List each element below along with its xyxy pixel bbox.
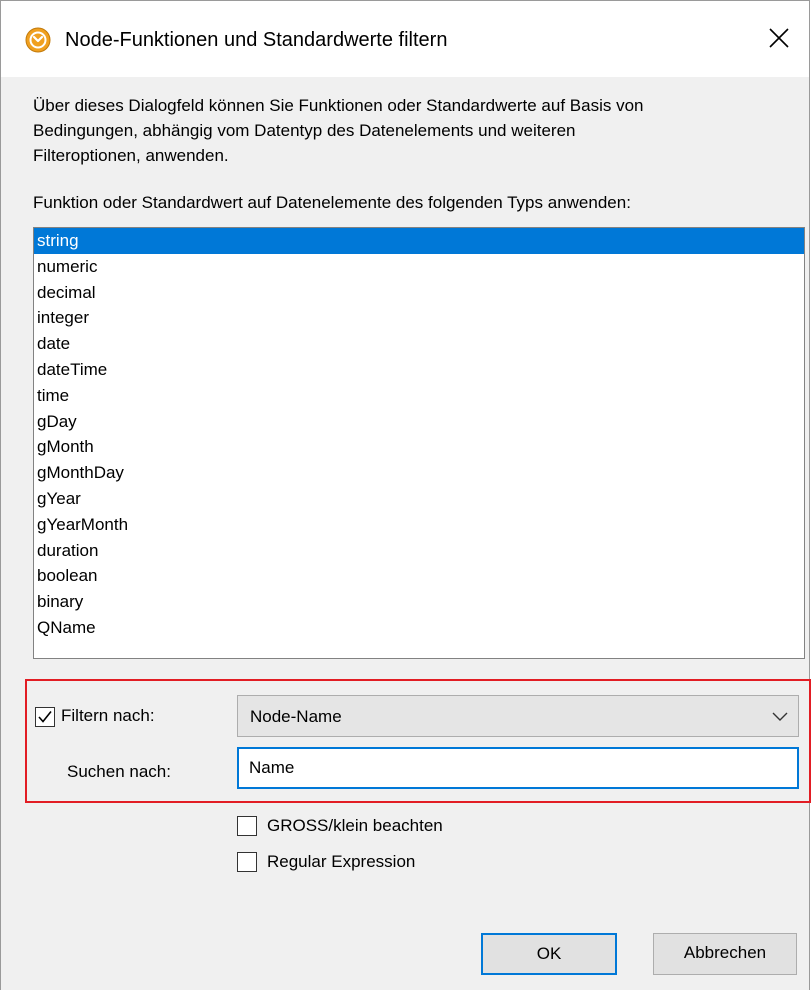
chevron-down-icon — [772, 712, 788, 721]
list-item-duration[interactable]: duration — [34, 538, 804, 564]
list-item-gmonthday[interactable]: gMonthDay — [34, 460, 804, 486]
cancel-button[interactable]: Abbrechen — [653, 933, 797, 975]
filter-checkbox[interactable] — [35, 707, 55, 727]
regex-label: Regular Expression — [267, 852, 416, 871]
filter-group-highlight: Filtern nach: Node-Name Suchen nach: — [25, 679, 811, 803]
search-label: Suchen nach: — [67, 762, 171, 781]
case-sensitive-checkbox[interactable] — [237, 816, 257, 836]
case-sensitive-label: GROSS/klein beachten — [267, 816, 443, 835]
title-bar: Node-Funktionen und Standardwerte filter… — [1, 1, 809, 77]
regex-checkbox[interactable] — [237, 852, 257, 872]
list-item-gyear[interactable]: gYear — [34, 486, 804, 512]
dropdown-value: Node-Name — [250, 707, 342, 726]
ok-button[interactable]: OK — [481, 933, 617, 975]
search-input[interactable] — [237, 747, 799, 789]
filter-by-dropdown[interactable]: Node-Name — [237, 695, 799, 737]
close-button[interactable] — [749, 9, 809, 67]
list-item-gday[interactable]: gDay — [34, 409, 804, 435]
list-item-date[interactable]: date — [34, 331, 804, 357]
checkmark-icon — [38, 711, 52, 723]
list-item-numeric[interactable]: numeric — [34, 254, 804, 280]
filter-label: Filtern nach: — [61, 706, 155, 725]
list-item-qname[interactable]: QName — [34, 615, 804, 641]
dialog-window: Node-Funktionen und Standardwerte filter… — [0, 0, 811, 990]
close-icon — [769, 28, 789, 48]
list-item-decimal[interactable]: decimal — [34, 280, 804, 306]
dialog-description: Über dieses Dialogfeld können Sie Funkti… — [33, 96, 644, 165]
list-item-time[interactable]: time — [34, 383, 804, 409]
list-item-string[interactable]: string — [34, 228, 804, 254]
list-item-datetime[interactable]: dateTime — [34, 357, 804, 383]
type-list-label: Funktion oder Standardwert auf Datenelem… — [33, 193, 631, 212]
list-item-gyearmonth[interactable]: gYearMonth — [34, 512, 804, 538]
type-listbox[interactable]: string numeric decimal integer date date… — [33, 227, 805, 659]
list-item-binary[interactable]: binary — [34, 589, 804, 615]
list-item-gmonth[interactable]: gMonth — [34, 434, 804, 460]
dialog-title: Node-Funktionen und Standardwerte filter… — [65, 29, 448, 51]
list-item-integer[interactable]: integer — [34, 305, 804, 331]
list-item-boolean[interactable]: boolean — [34, 563, 804, 589]
altova-mapforce-icon — [25, 27, 51, 53]
